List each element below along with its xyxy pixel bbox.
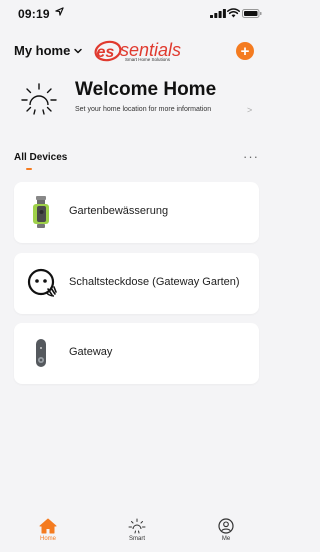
svg-text:es: es bbox=[97, 44, 115, 61]
tab-home-label: Home bbox=[39, 536, 56, 542]
profile-icon bbox=[218, 518, 234, 534]
essentials-logo: es sentials bbox=[94, 40, 181, 62]
gateway-icon bbox=[36, 339, 46, 367]
device-name: Gateway bbox=[69, 346, 113, 358]
tab-me-label: Me bbox=[221, 536, 231, 542]
logo-subtitle: Smart Home Solutions bbox=[125, 57, 171, 62]
active-tab-indicator bbox=[26, 168, 32, 170]
home-selector-label: My home bbox=[14, 43, 71, 58]
tab-all-devices[interactable]: All Devices bbox=[14, 152, 67, 163]
sun-icon bbox=[21, 83, 57, 115]
status-bar: 09:19 bbox=[0, 0, 267, 30]
home-selector[interactable]: My home bbox=[14, 43, 83, 58]
status-time: 09:19 bbox=[18, 7, 50, 21]
bottom-tab-bar: Home Smart Me bbox=[0, 518, 267, 552]
battery-icon bbox=[242, 9, 262, 18]
location-arrow-icon bbox=[55, 7, 64, 16]
sun-icon bbox=[128, 518, 146, 534]
tab-me[interactable]: Me bbox=[196, 518, 256, 552]
add-device-button[interactable]: + bbox=[236, 42, 254, 60]
tab-smart-label: Smart bbox=[128, 536, 145, 542]
tab-home[interactable]: Home bbox=[18, 518, 78, 552]
device-name: Schaltsteckdose (Gateway Garten) bbox=[69, 276, 240, 288]
smart-plug-icon bbox=[27, 268, 57, 297]
devices-header: All Devices ··· bbox=[0, 148, 267, 176]
water-timer-icon bbox=[33, 196, 49, 228]
more-options-button[interactable]: ··· bbox=[243, 149, 259, 164]
wifi-icon bbox=[227, 8, 240, 18]
home-icon bbox=[39, 518, 57, 534]
welcome-subtitle: Set your home location for more informat… bbox=[75, 106, 212, 113]
device-card[interactable]: Gartenbewässerung bbox=[14, 182, 259, 243]
chevron-right-icon: > bbox=[247, 105, 253, 115]
device-card[interactable]: Schaltsteckdose (Gateway Garten) bbox=[14, 253, 259, 314]
welcome-title: Welcome Home bbox=[75, 79, 217, 100]
tab-smart[interactable]: Smart bbox=[107, 518, 167, 552]
cellular-signal-icon bbox=[210, 9, 226, 18]
device-card[interactable]: Gateway bbox=[14, 323, 259, 384]
welcome-banner[interactable]: Welcome Home Set your home location for … bbox=[0, 72, 267, 130]
top-header: My home es sentials Smart Home Solutions… bbox=[0, 34, 267, 68]
device-name: Gartenbewässerung bbox=[69, 205, 169, 217]
chevron-down-icon bbox=[74, 48, 83, 53]
